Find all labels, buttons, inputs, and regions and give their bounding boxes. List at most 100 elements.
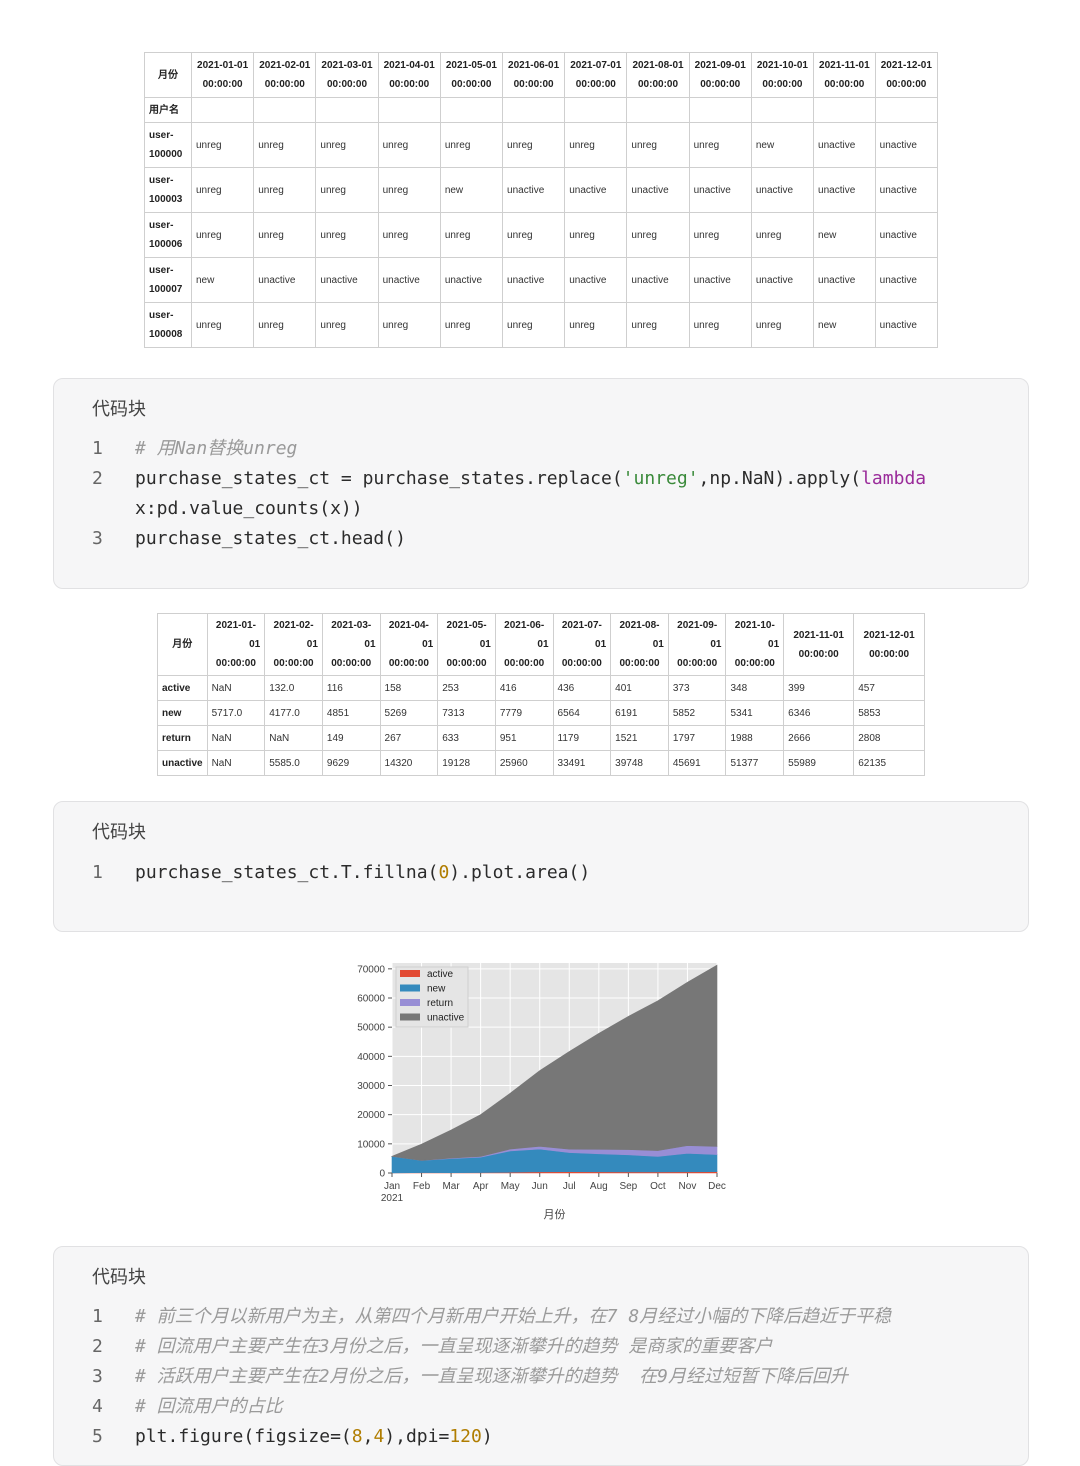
table-cell: NaN: [264, 725, 323, 751]
header-text: 00:00:00: [677, 658, 718, 669]
header-text: 2021-12-01: [880, 60, 932, 71]
table-cell: unactive: [874, 302, 939, 348]
table-cell: unreg: [502, 302, 566, 348]
table-cell: unactive: [874, 122, 939, 168]
table-cell: 436: [552, 675, 612, 701]
legend-label: active: [427, 969, 454, 980]
table-cell: unactive: [377, 257, 441, 303]
column-header: 2021-10-0100:00:00: [750, 52, 815, 98]
table-cell: unactive: [813, 122, 876, 168]
table-cell: 5852: [667, 700, 727, 726]
table-cell: unactive: [688, 257, 752, 303]
table-cell: unreg: [253, 302, 317, 348]
header-text: 2021-01-: [215, 620, 256, 631]
empty-header: [626, 97, 690, 123]
header-text: 00:00:00: [824, 79, 865, 90]
header-text: 00:00:00: [513, 79, 554, 90]
table-cell: unactive: [874, 257, 939, 303]
empty-header: [688, 97, 752, 123]
header-text: 2021-11-01: [793, 629, 844, 641]
header-text: 00:00:00: [869, 648, 910, 660]
table-cell: unactive: [253, 257, 317, 303]
line-number: 1: [92, 1306, 103, 1327]
legend-label: new: [427, 984, 446, 995]
header-text: 01: [710, 639, 722, 650]
empty-header: [564, 97, 628, 123]
column-header: 2021-11-01 00:00:00: [813, 52, 876, 98]
empty-header: [253, 97, 317, 123]
table-cell: 5853: [853, 700, 925, 726]
table-cell: 951: [494, 725, 554, 751]
header-text: 2021-05-01: [445, 60, 497, 71]
table-cell: 2808: [853, 725, 925, 751]
index-text: 100008: [149, 329, 183, 340]
y-tick-label: 30000: [357, 1081, 385, 1092]
table-cell: unreg: [439, 212, 504, 258]
table-cell: unactive: [564, 257, 628, 303]
states-count-table: 月份 2021-01- 01 00:00:00 2021-02- 01 00:00:00 2…: [157, 613, 925, 776]
table-cell: new: [750, 122, 815, 168]
y-tick-label: 20000: [357, 1110, 385, 1121]
table-cell: unreg: [564, 302, 628, 348]
row-index: unactive: [157, 750, 208, 776]
index-text: user-: [149, 130, 174, 141]
index-text: user-: [149, 175, 174, 186]
x-tick-label: Sep: [619, 1181, 637, 1192]
table-cell: unactive: [626, 257, 690, 303]
x-tick-label: Jun: [532, 1181, 548, 1192]
header-text: 00:00:00: [388, 658, 429, 669]
row-index: user- 100008: [144, 302, 192, 348]
column-axis-label: 月份: [157, 613, 208, 676]
table-cell: unreg: [253, 122, 317, 168]
y-tick-label: 70000: [357, 964, 385, 975]
table-row: user- 100003 unreg unreg unreg unreg new unacti…: [144, 167, 939, 213]
header-text: 2021-10-01: [756, 60, 808, 71]
header-text: 01: [306, 639, 318, 650]
table-cell: 132.0: [264, 675, 323, 701]
legend-swatch: [400, 970, 420, 977]
table-cell: 33491: [552, 750, 612, 776]
header-text: 2021-01-01: [197, 60, 249, 71]
header-text: 2021-06-01: [508, 60, 560, 71]
table-cell: new: [439, 167, 504, 213]
line-number: 2: [92, 468, 103, 489]
line-number: 1: [92, 862, 103, 883]
table-cell: unreg: [626, 122, 690, 168]
table-cell: unreg: [377, 212, 441, 258]
index-text: user-: [149, 265, 174, 276]
table-row: unactive NaN 5585.0 9629 14320 19128 25960 3349…: [157, 750, 925, 776]
code-text: purchase_states_ct.head(): [135, 528, 406, 549]
column-header: 2021-09-0100:00:00: [688, 52, 752, 98]
column-header: 2021-04-0100:00:00: [379, 613, 439, 676]
column-header: 2021-05- 01 00:00:00: [437, 613, 496, 676]
legend-swatch: [400, 999, 420, 1006]
table-cell: unreg: [315, 212, 379, 258]
code-comment: # 回流用户主要产生在3月份之后，一直呈现逐渐攀升的趋势 是商家的重要客户: [135, 1336, 773, 1357]
column-header: 2021-02- 01 00:00:00: [264, 613, 323, 676]
code-text: x:pd.value_counts(x)): [135, 498, 363, 519]
table-cell: 253: [437, 675, 496, 701]
column-header: 2021-01- 01 00:00:00: [206, 613, 266, 676]
table-cell: NaN: [206, 725, 266, 751]
table-cell: unactive: [874, 212, 939, 258]
header-text: 01: [422, 639, 434, 650]
x-tick-label: Jan: [384, 1181, 400, 1192]
table-cell: unactive: [502, 257, 566, 303]
table-cell: 7313: [437, 700, 496, 726]
column-header: 2021-03-01 00:00:00: [315, 52, 379, 98]
empty-header: [377, 97, 441, 123]
table-row: user- 100007 new unactive unactive unactive un…: [144, 257, 939, 303]
column-header: 2021-09-0100:00:00: [667, 613, 727, 676]
legend: active new return unactive: [395, 966, 469, 1028]
y-tick-label: 60000: [357, 994, 385, 1005]
line-number: 3: [92, 1366, 103, 1387]
empty-header: [315, 97, 379, 123]
code-text: purchase_states_ct = purchase_states.rep…: [135, 468, 927, 489]
table-cell: 5585.0: [264, 750, 323, 776]
header-text: 00:00:00: [575, 79, 616, 90]
column-header: 2021-10-0100:00:00: [725, 613, 785, 676]
code-block-title: 代码块: [92, 822, 146, 843]
column-header: 2021-04-0100:00:00: [377, 52, 441, 98]
table-cell: unreg: [253, 212, 317, 258]
code-block-title: 代码块: [92, 1267, 146, 1288]
